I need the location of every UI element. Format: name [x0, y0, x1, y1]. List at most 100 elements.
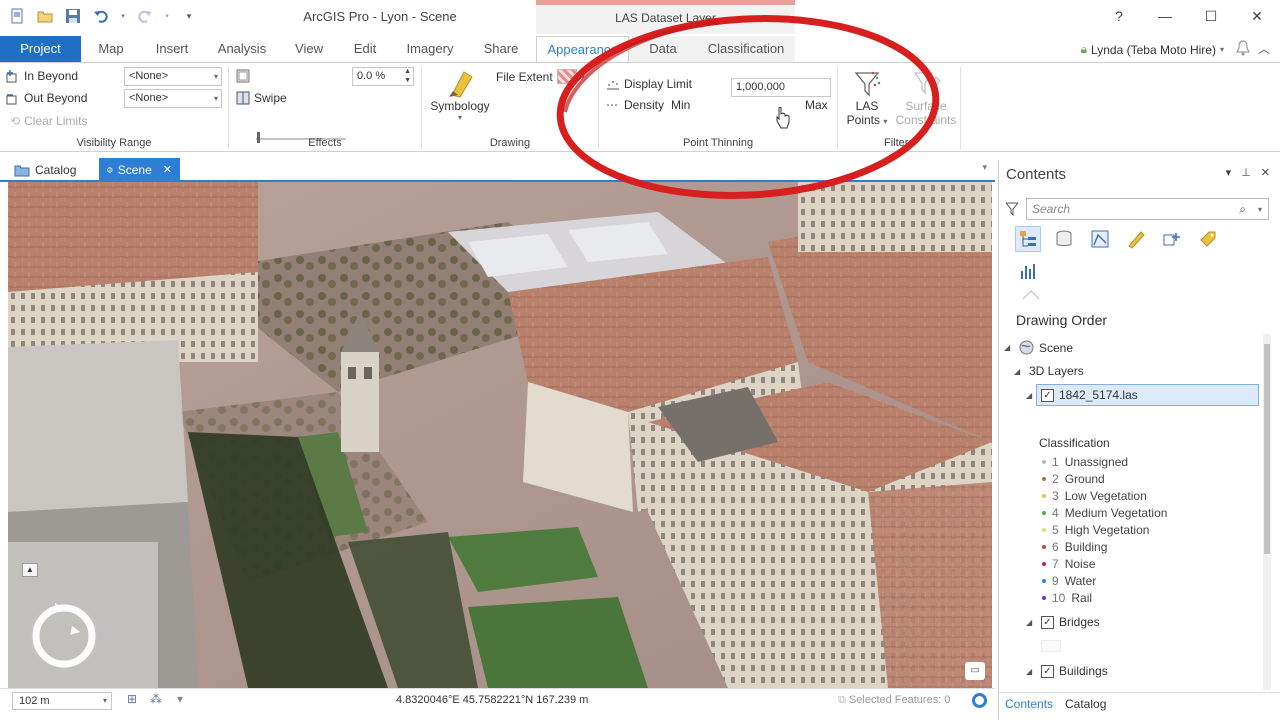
list-by-editing-icon[interactable] — [1123, 226, 1149, 252]
pin-icon[interactable]: ⊥ — [1241, 166, 1251, 179]
view-tabs-dropdown-icon[interactable]: ▾ — [982, 162, 987, 173]
layer-visibility-checkbox[interactable]: ✓ — [1041, 615, 1054, 629]
tab-insert[interactable]: Insert — [146, 36, 198, 62]
classification-item[interactable]: 10 Rail — [1042, 591, 1092, 605]
surface-constraints-button[interactable]: Surface Constraints — [895, 69, 957, 127]
out-beyond-combo[interactable]: <None> ▾ — [124, 89, 222, 108]
bottom-tab-catalog[interactable]: Catalog — [1065, 697, 1106, 711]
view-tab-scene[interactable]: Scene ✕ — [99, 158, 180, 182]
scene-view[interactable] — [8, 182, 992, 688]
tree-3d-layers[interactable]: ◢ 3D Layers — [1014, 364, 1084, 378]
in-beyond-button[interactable]: In Beyond — [6, 69, 78, 83]
collapse-ribbon-icon[interactable]: ︿ — [1258, 40, 1270, 57]
class-color-dot-icon — [1042, 477, 1046, 481]
in-beyond-combo[interactable]: <None> ▾ — [124, 67, 222, 86]
list-by-selection-icon[interactable] — [1087, 226, 1113, 252]
collapse-triangle-icon[interactable]: ◢ — [1014, 367, 1024, 376]
display-limit-input[interactable]: 1,000,000 — [731, 78, 831, 97]
minimize-button[interactable]: — — [1142, 0, 1188, 32]
navigator-rotate-icon[interactable] — [30, 602, 98, 670]
tab-data[interactable]: Data — [640, 36, 686, 62]
expand-navigator-button[interactable]: ▲ — [22, 563, 38, 577]
snap-icon[interactable]: ⁂ — [148, 692, 164, 708]
filter-icon[interactable] — [1004, 202, 1020, 219]
in-beyond-value: <None> — [129, 70, 169, 82]
contents-view-toolbar-2 — [1015, 258, 1041, 284]
list-by-drawing-order-icon[interactable] — [1015, 226, 1041, 252]
tab-analysis[interactable]: Analysis — [210, 36, 274, 62]
close-icon[interactable]: ✕ — [1261, 166, 1270, 179]
refresh-icon[interactable] — [972, 693, 987, 708]
tab-map[interactable]: Map — [86, 36, 136, 62]
tree-scene[interactable]: ◢ Scene — [1004, 340, 1073, 355]
grid-icon[interactable]: ⊞ — [124, 692, 140, 708]
user-account[interactable]: 🔒︎ Lynda (Teba Moto Hire) ▾ — [1081, 42, 1224, 57]
chevron-down-icon[interactable]: ▾ — [1258, 200, 1262, 220]
help-icon[interactable]: ? — [1096, 0, 1142, 32]
class-name: Rail — [1071, 591, 1093, 605]
close-button[interactable]: ✕ — [1234, 0, 1280, 32]
contents-scrollbar[interactable] — [1263, 334, 1271, 690]
collapse-triangle-icon[interactable]: ◢ — [1026, 618, 1036, 627]
las-points-button[interactable]: LAS Points ▾ — [840, 69, 894, 127]
contents-scrollbar-thumb[interactable] — [1264, 344, 1270, 554]
classification-item[interactable]: 1 Unassigned — [1042, 455, 1128, 469]
tab-project[interactable]: Project — [0, 36, 81, 62]
contents-search-input[interactable]: Search ⌕ ▾ — [1026, 198, 1269, 220]
clear-limits-button[interactable]: ⟲ Clear Limits — [10, 114, 87, 128]
tree-las-layer[interactable]: ◢ ✓ 1842_5174.las — [1026, 388, 1138, 402]
tab-view[interactable]: View — [284, 36, 334, 62]
collapse-triangle-icon[interactable]: ◢ — [1026, 667, 1036, 676]
tree-3d-layers-label: 3D Layers — [1029, 364, 1084, 378]
out-beyond-button[interactable]: Out Beyond — [6, 91, 87, 105]
collapse-triangle-icon[interactable]: ◢ — [1026, 391, 1036, 400]
bottom-tab-contents[interactable]: Contents — [1005, 697, 1053, 711]
chevron-down-icon[interactable]: ▾ — [172, 692, 188, 708]
notification-bell-icon[interactable] — [1235, 40, 1251, 59]
contents-title: Contents — [1006, 166, 1067, 183]
tab-classification[interactable]: Classification — [698, 36, 794, 62]
classification-item[interactable]: 2 Ground — [1042, 472, 1105, 486]
list-by-data-source-icon[interactable] — [1051, 226, 1077, 252]
layer-visibility-checkbox[interactable]: ✓ — [1041, 664, 1054, 678]
classification-item[interactable]: 9 Water — [1042, 574, 1096, 588]
swipe-button[interactable]: Swipe — [236, 91, 287, 105]
tab-share[interactable]: Share — [474, 36, 528, 62]
zoom-out-beyond-icon — [6, 94, 17, 105]
tab-imagery[interactable]: Imagery — [398, 36, 462, 62]
filters-group-label: Filters — [884, 137, 914, 149]
tab-edit[interactable]: Edit — [340, 36, 390, 62]
class-code: 9 — [1052, 574, 1059, 588]
list-by-charts-icon[interactable] — [1015, 258, 1041, 284]
classification-item[interactable]: 5 High Vegetation — [1042, 523, 1149, 537]
classification-item[interactable]: 3 Low Vegetation — [1042, 489, 1147, 503]
tree-buildings[interactable]: ◢ ✓ Buildings — [1026, 664, 1108, 678]
search-icon[interactable]: ⌕ — [1239, 199, 1246, 219]
selected-view-caret-icon — [1023, 290, 1039, 300]
selected-features-count: ⧉ Selected Features: 0 — [838, 694, 950, 707]
maximize-button[interactable]: ☐ — [1188, 0, 1234, 32]
view-tab-catalog[interactable]: Catalog — [6, 158, 84, 182]
class-name: High Vegetation — [1064, 523, 1150, 537]
classification-item[interactable]: 7 Noise — [1042, 557, 1095, 571]
classification-item[interactable]: 4 Medium Vegetation — [1042, 506, 1167, 520]
class-color-dot-icon — [1042, 494, 1046, 498]
list-by-labeling-icon[interactable] — [1195, 226, 1221, 252]
file-extent-button[interactable]: File Extent ▾ — [496, 69, 585, 84]
spinner-arrows-icon[interactable]: ▲ ▼ — [404, 67, 411, 85]
classification-item[interactable]: 6 Building — [1042, 540, 1107, 554]
class-color-dot-icon — [1042, 528, 1046, 532]
close-icon[interactable]: ✕ — [163, 158, 172, 182]
classification-heading: Classification — [1039, 436, 1110, 450]
scale-combo[interactable]: 102 m ▾ — [12, 692, 112, 710]
density-max-label: Max — [805, 98, 828, 112]
symbology-button[interactable]: Symbology ▾ — [424, 69, 496, 122]
transparency-spinner[interactable]: 0.0 % ▲ ▼ — [352, 67, 414, 86]
tree-bridges[interactable]: ◢ ✓ Bridges — [1026, 615, 1100, 629]
scene-camera-icon[interactable]: ▭ — [965, 662, 985, 680]
pane-options-icon[interactable]: ▾ — [1226, 166, 1232, 179]
layer-visibility-checkbox[interactable]: ✓ — [1041, 388, 1054, 402]
collapse-triangle-icon[interactable]: ◢ — [1004, 343, 1014, 352]
tab-appearance[interactable]: Appearance — [536, 36, 629, 62]
list-by-snapping-icon[interactable] — [1159, 226, 1185, 252]
